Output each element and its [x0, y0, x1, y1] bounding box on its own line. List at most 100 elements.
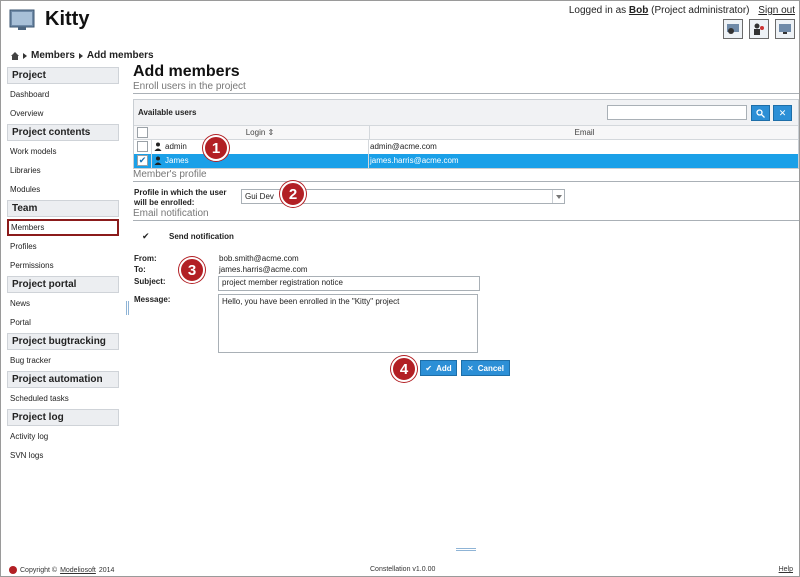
cancel-button[interactable]: ✕ Cancel	[461, 360, 510, 376]
to-value: james.harris@acme.com	[219, 265, 308, 274]
add-button[interactable]: ✔ Add	[420, 360, 457, 376]
login-info: Logged in as Bob (Project administrator)…	[569, 5, 795, 16]
sidebar-item-overview[interactable]: Overview	[7, 105, 119, 122]
available-users-panel: Available users ✕ Login ⇕ Email admin ad…	[133, 99, 799, 169]
step-badge-3: 3	[179, 257, 205, 283]
column-divider	[151, 140, 152, 154]
sidebar: Project Dashboard Overview Project conte…	[7, 67, 119, 466]
profile-section-title: Member's profile	[133, 169, 207, 180]
sidebar-item-work-models[interactable]: Work models	[7, 143, 119, 160]
user-icon	[154, 156, 162, 165]
footer: Copyright © Modeliosoft 2014 Constellati…	[1, 563, 800, 577]
step-badge-2: 2	[280, 181, 306, 207]
sidebar-item-activity-log[interactable]: Activity log	[7, 428, 119, 445]
breadcrumb-separator-icon	[23, 52, 27, 59]
users-grid-header: Login ⇕ Email	[134, 126, 798, 140]
sidebar-item-members[interactable]: Members	[7, 219, 119, 236]
copyright: Copyright © Modeliosoft 2014	[9, 566, 114, 574]
row-checkbox[interactable]: ✔	[137, 155, 148, 166]
chevron-down-icon[interactable]	[552, 190, 564, 203]
sidebar-item-bug-tracker[interactable]: Bug tracker	[7, 352, 119, 369]
send-notification-checkbox[interactable]: ✔	[142, 231, 150, 242]
email-section-title: Email notification	[133, 208, 209, 219]
user-login: admin	[165, 142, 187, 151]
project-admin-icon[interactable]	[723, 19, 743, 39]
column-header-email[interactable]: Email	[369, 126, 799, 140]
version-text: Constellation v1.0.00	[370, 566, 436, 573]
column-header-login[interactable]: Login ⇕	[152, 128, 368, 137]
help-link[interactable]: Help	[779, 566, 793, 573]
main-content: Add members Enroll users in the project …	[133, 63, 799, 376]
close-icon: ✕	[467, 363, 474, 373]
breadcrumb-add-members: Add members	[86, 50, 154, 61]
sidebar-item-modules[interactable]: Modules	[7, 181, 119, 198]
page-title: Add members	[133, 63, 240, 80]
from-value: bob.smith@acme.com	[219, 254, 299, 263]
sidebar-item-permissions[interactable]: Permissions	[7, 257, 119, 274]
server-admin-icon[interactable]	[775, 19, 795, 39]
profile-label: Profile in which the user will be enrolle…	[134, 188, 227, 207]
user-icon	[154, 142, 162, 151]
close-icon: ✕	[778, 107, 787, 118]
sidebar-item-scheduled-tasks[interactable]: Scheduled tasks	[7, 390, 119, 407]
sidebar-section-project-log: Project log	[7, 409, 119, 426]
sidebar-item-dashboard[interactable]: Dashboard	[7, 86, 119, 103]
message-label: Message:	[134, 295, 171, 304]
table-row[interactable]: admin admin@acme.com	[134, 140, 798, 154]
message-textarea[interactable]: Hello, you have been enrolled in the "Ki…	[218, 294, 478, 353]
search-icon	[756, 108, 765, 118]
bottom-resize-handle[interactable]	[456, 548, 476, 551]
divider	[133, 220, 799, 221]
subject-input[interactable]: project member registration notice	[218, 276, 480, 291]
enroll-section-title: Enroll users in the project	[133, 81, 246, 92]
clear-search-button[interactable]: ✕	[773, 105, 792, 121]
select-all-checkbox[interactable]	[137, 127, 148, 138]
sidebar-item-profiles[interactable]: Profiles	[7, 238, 119, 255]
column-divider	[151, 154, 152, 168]
column-divider	[368, 154, 369, 168]
table-row[interactable]: ✔ James james.harris@acme.com	[134, 154, 798, 168]
header-toolbar	[723, 19, 795, 39]
profile-select-value: Gui Dev	[245, 192, 274, 201]
breadcrumb: Members Add members	[11, 50, 154, 61]
breadcrumb-separator-icon	[78, 52, 83, 59]
sign-out-link[interactable]: Sign out	[758, 5, 795, 16]
user-search-input[interactable]	[607, 105, 747, 120]
subject-label: Subject:	[134, 277, 166, 286]
modeliosoft-logo-icon	[9, 566, 17, 574]
login-prefix: Logged in as	[568, 5, 627, 16]
sort-icon: ⇕	[267, 128, 275, 137]
app-title: Kitty	[45, 8, 90, 30]
sidebar-collapse-handle[interactable]	[126, 301, 129, 315]
breadcrumb-members[interactable]: Members	[31, 50, 75, 61]
send-notification-label: Send notification	[169, 232, 234, 241]
monitor-logo-icon	[9, 9, 35, 30]
sidebar-section-project-bugtracking: Project bugtracking	[7, 333, 119, 350]
app-window: Kitty Logged in as Bob (Project administ…	[0, 0, 800, 577]
available-users-label: Available users	[138, 108, 197, 117]
step-badge-4: 4	[391, 356, 417, 382]
company-link[interactable]: Modeliosoft	[60, 567, 96, 574]
column-divider	[368, 140, 369, 154]
header: Kitty Logged in as Bob (Project administ…	[1, 1, 800, 47]
sidebar-item-portal[interactable]: Portal	[7, 314, 119, 331]
sidebar-section-team: Team	[7, 200, 119, 217]
users-admin-icon[interactable]	[749, 19, 769, 39]
divider	[133, 181, 799, 182]
user-email: admin@acme.com	[370, 142, 437, 151]
sidebar-section-project-portal: Project portal	[7, 276, 119, 293]
check-icon: ✔	[425, 363, 433, 373]
sidebar-section-project: Project	[7, 67, 119, 84]
sidebar-section-project-contents: Project contents	[7, 124, 119, 141]
sidebar-section-project-automation: Project automation	[7, 371, 119, 388]
search-button[interactable]	[751, 105, 770, 121]
sidebar-item-news[interactable]: News	[7, 295, 119, 312]
from-label: From:	[134, 254, 157, 263]
sidebar-item-libraries[interactable]: Libraries	[7, 162, 119, 179]
row-checkbox[interactable]	[137, 141, 148, 152]
to-label: To:	[134, 265, 146, 274]
sidebar-item-svn-logs[interactable]: SVN logs	[7, 447, 119, 464]
user-link[interactable]: Bob	[629, 5, 648, 16]
divider	[133, 93, 799, 94]
home-icon[interactable]	[11, 51, 19, 60]
